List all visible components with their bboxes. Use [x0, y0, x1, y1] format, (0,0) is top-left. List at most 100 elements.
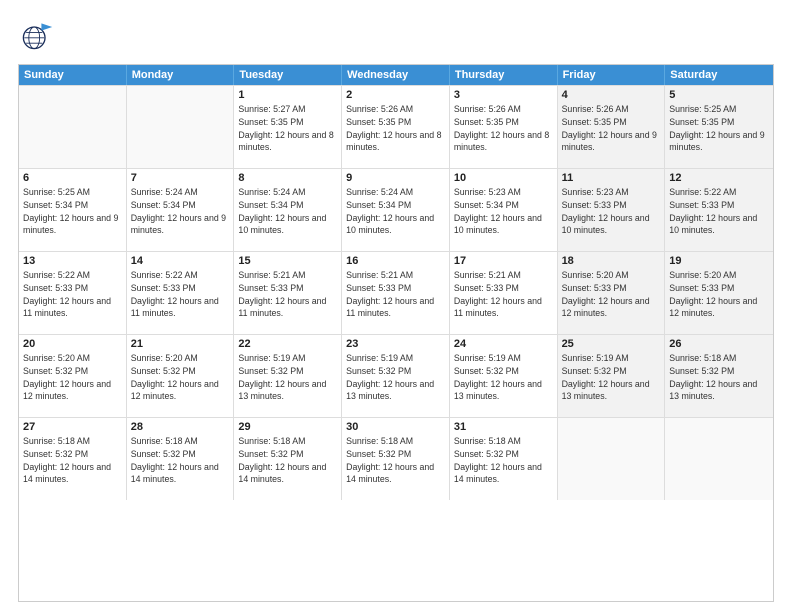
page: Sunday Monday Tuesday Wednesday Thursday… — [0, 0, 792, 612]
day-detail: Sunrise: 5:25 AM Sunset: 5:35 PM Dayligh… — [669, 103, 769, 154]
calendar-cell: 19Sunrise: 5:20 AM Sunset: 5:33 PM Dayli… — [665, 252, 773, 334]
calendar-cell: 6 Sunrise: 5:25 AM Sunset: 5:34 PM Daylig… — [19, 169, 127, 251]
calendar-cell — [19, 86, 127, 168]
day-detail: Sunrise: 5:18 AM Sunset: 5:32 PM Dayligh… — [346, 435, 445, 486]
day-number: 6 — [23, 172, 122, 184]
day-detail: Sunrise: 5:19 AM Sunset: 5:32 PM Dayligh… — [346, 352, 445, 403]
calendar-cell: 12 Sunrise: 5:22 AM Sunset: 5:33 PM Dayli… — [665, 169, 773, 251]
calendar-cell: 18 Sunrise: 5:20 AM Sunset: 5:33 PM Dayli… — [558, 252, 666, 334]
day-number: 9 — [346, 172, 445, 184]
day-number: 16 — [346, 255, 445, 267]
header-wednesday: Wednesday — [342, 65, 450, 85]
calendar-cell: 10Sunrise: 5:23 AM Sunset: 5:34 PM Dayli… — [450, 169, 558, 251]
day-number: 13 — [23, 255, 122, 267]
calendar-cell: 16 Sunrise: 5:21 AM Sunset: 5:33 PM Dayli… — [342, 252, 450, 334]
day-detail: Sunrise: 5:21 AM Sunset: 5:33 PM Dayligh… — [238, 269, 337, 320]
day-number: 11 — [562, 172, 661, 184]
day-detail: Sunrise: 5:22 AM Sunset: 5:33 PM Dayligh… — [23, 269, 122, 320]
header-monday: Monday — [127, 65, 235, 85]
day-number: 25 — [562, 338, 661, 350]
calendar-cell: 27 Sunrise: 5:18 AM Sunset: 5:32 PM Dayli… — [19, 418, 127, 500]
day-detail: Sunrise: 5:20 AM Sunset: 5:32 PM Dayligh… — [23, 352, 122, 403]
day-detail: Sunrise: 5:18 AM Sunset: 5:32 PM Dayligh… — [23, 435, 122, 486]
day-number: 10 — [454, 172, 553, 184]
header-friday: Friday — [558, 65, 666, 85]
calendar-week-1: 1 Sunrise: 5:27 AM Sunset: 5:35 PM Daylig… — [19, 85, 773, 168]
day-number: 31 — [454, 421, 553, 433]
calendar-header: Sunday Monday Tuesday Wednesday Thursday… — [19, 65, 773, 85]
calendar-cell: 2Sunrise: 5:26 AM Sunset: 5:35 PM Daylig… — [342, 86, 450, 168]
day-detail: Sunrise: 5:21 AM Sunset: 5:33 PM Dayligh… — [346, 269, 445, 320]
day-number: 14 — [131, 255, 230, 267]
calendar-week-4: 20 Sunrise: 5:20 AM Sunset: 5:32 PM Dayli… — [19, 334, 773, 417]
day-detail: Sunrise: 5:22 AM Sunset: 5:33 PM Dayligh… — [669, 186, 769, 237]
header-tuesday: Tuesday — [234, 65, 342, 85]
day-detail: Sunrise: 5:20 AM Sunset: 5:33 PM Dayligh… — [562, 269, 661, 320]
day-detail: Sunrise: 5:19 AM Sunset: 5:32 PM Dayligh… — [454, 352, 553, 403]
day-detail: Sunrise: 5:18 AM Sunset: 5:32 PM Dayligh… — [238, 435, 337, 486]
day-detail: Sunrise: 5:24 AM Sunset: 5:34 PM Dayligh… — [346, 186, 445, 237]
day-detail: Sunrise: 5:20 AM Sunset: 5:33 PM Dayligh… — [669, 269, 769, 320]
calendar-cell: 26Sunrise: 5:18 AM Sunset: 5:32 PM Dayli… — [665, 335, 773, 417]
calendar-cell: 15 Sunrise: 5:21 AM Sunset: 5:33 PM Dayli… — [234, 252, 342, 334]
day-number: 30 — [346, 421, 445, 433]
day-detail: Sunrise: 5:26 AM Sunset: 5:35 PM Dayligh… — [562, 103, 661, 154]
day-number: 26 — [669, 338, 769, 350]
day-detail: Sunrise: 5:26 AM Sunset: 5:35 PM Dayligh… — [454, 103, 553, 154]
day-number: 23 — [346, 338, 445, 350]
day-detail: Sunrise: 5:18 AM Sunset: 5:32 PM Dayligh… — [131, 435, 230, 486]
calendar-week-2: 6 Sunrise: 5:25 AM Sunset: 5:34 PM Daylig… — [19, 168, 773, 251]
calendar-cell: 31Sunrise: 5:18 AM Sunset: 5:32 PM Dayli… — [450, 418, 558, 500]
day-detail: Sunrise: 5:19 AM Sunset: 5:32 PM Dayligh… — [562, 352, 661, 403]
day-number: 3 — [454, 89, 553, 101]
day-number: 18 — [562, 255, 661, 267]
header-thursday: Thursday — [450, 65, 558, 85]
day-detail: Sunrise: 5:21 AM Sunset: 5:33 PM Dayligh… — [454, 269, 553, 320]
day-number: 17 — [454, 255, 553, 267]
calendar-cell: 28 Sunrise: 5:18 AM Sunset: 5:32 PM Dayli… — [127, 418, 235, 500]
calendar-cell: 3 Sunrise: 5:26 AM Sunset: 5:35 PM Daylig… — [450, 86, 558, 168]
calendar-cell: 13 Sunrise: 5:22 AM Sunset: 5:33 PM Dayli… — [19, 252, 127, 334]
day-number: 20 — [23, 338, 122, 350]
calendar: Sunday Monday Tuesday Wednesday Thursday… — [18, 64, 774, 602]
calendar-cell: 11 Sunrise: 5:23 AM Sunset: 5:33 PM Dayli… — [558, 169, 666, 251]
calendar-cell: 5Sunrise: 5:25 AM Sunset: 5:35 PM Daylig… — [665, 86, 773, 168]
day-detail: Sunrise: 5:22 AM Sunset: 5:33 PM Dayligh… — [131, 269, 230, 320]
day-detail: Sunrise: 5:25 AM Sunset: 5:34 PM Dayligh… — [23, 186, 122, 237]
calendar-cell: 30 Sunrise: 5:18 AM Sunset: 5:32 PM Dayli… — [342, 418, 450, 500]
day-number: 27 — [23, 421, 122, 433]
calendar-body: 1 Sunrise: 5:27 AM Sunset: 5:35 PM Daylig… — [19, 85, 773, 500]
logo — [18, 18, 56, 54]
calendar-cell: 20 Sunrise: 5:20 AM Sunset: 5:32 PM Dayli… — [19, 335, 127, 417]
calendar-cell — [558, 418, 666, 500]
day-number: 22 — [238, 338, 337, 350]
calendar-cell: 29Sunrise: 5:18 AM Sunset: 5:32 PM Dayli… — [234, 418, 342, 500]
calendar-cell: 22 Sunrise: 5:19 AM Sunset: 5:32 PM Dayli… — [234, 335, 342, 417]
day-detail: Sunrise: 5:20 AM Sunset: 5:32 PM Dayligh… — [131, 352, 230, 403]
day-detail: Sunrise: 5:24 AM Sunset: 5:34 PM Dayligh… — [131, 186, 230, 237]
calendar-cell: 4 Sunrise: 5:26 AM Sunset: 5:35 PM Daylig… — [558, 86, 666, 168]
calendar-cell: 21 Sunrise: 5:20 AM Sunset: 5:32 PM Dayli… — [127, 335, 235, 417]
day-number: 1 — [238, 89, 337, 101]
calendar-cell — [127, 86, 235, 168]
calendar-cell — [665, 418, 773, 500]
day-number: 2 — [346, 89, 445, 101]
day-number: 21 — [131, 338, 230, 350]
day-number: 24 — [454, 338, 553, 350]
day-number: 15 — [238, 255, 337, 267]
calendar-cell: 9 Sunrise: 5:24 AM Sunset: 5:34 PM Daylig… — [342, 169, 450, 251]
logo-icon — [18, 18, 54, 54]
day-detail: Sunrise: 5:27 AM Sunset: 5:35 PM Dayligh… — [238, 103, 337, 154]
day-number: 28 — [131, 421, 230, 433]
calendar-cell: 14 Sunrise: 5:22 AM Sunset: 5:33 PM Dayli… — [127, 252, 235, 334]
calendar-cell: 7Sunrise: 5:24 AM Sunset: 5:34 PM Daylig… — [127, 169, 235, 251]
day-number: 12 — [669, 172, 769, 184]
header — [18, 18, 774, 54]
day-detail: Sunrise: 5:19 AM Sunset: 5:32 PM Dayligh… — [238, 352, 337, 403]
calendar-cell: 8Sunrise: 5:24 AM Sunset: 5:34 PM Daylig… — [234, 169, 342, 251]
calendar-week-3: 13 Sunrise: 5:22 AM Sunset: 5:33 PM Dayli… — [19, 251, 773, 334]
day-detail: Sunrise: 5:24 AM Sunset: 5:34 PM Dayligh… — [238, 186, 337, 237]
day-detail: Sunrise: 5:23 AM Sunset: 5:33 PM Dayligh… — [562, 186, 661, 237]
calendar-cell: 24 Sunrise: 5:19 AM Sunset: 5:32 PM Dayli… — [450, 335, 558, 417]
day-number: 4 — [562, 89, 661, 101]
